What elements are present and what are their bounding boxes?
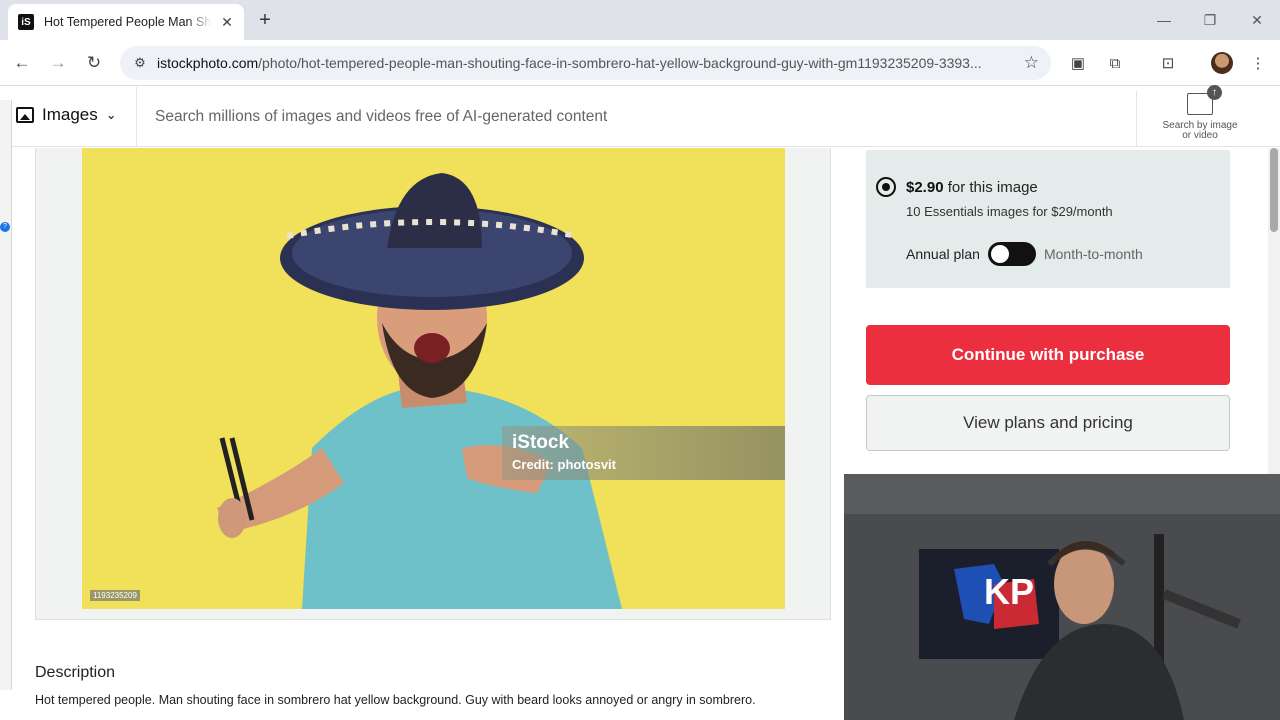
plan-toggle-row: Annual plan Month-to-month — [906, 242, 1143, 266]
restore-window-icon[interactable]: ❐ — [1198, 8, 1222, 32]
search-by-image-label-2: or video — [1182, 130, 1218, 141]
continue-with-purchase-button[interactable]: Continue with purchase — [866, 325, 1230, 385]
forward-arrow-icon[interactable]: → — [46, 51, 70, 75]
reload-icon[interactable]: ↻ — [82, 51, 106, 75]
pricing-option-card[interactable]: $2.90 for this image 10 Essentials image… — [866, 150, 1230, 288]
minimize-window-icon[interactable]: — — [1152, 8, 1176, 32]
search-by-image-icon — [1187, 85, 1222, 115]
tab-title: Hot Tempered People Man Shouting Face in… — [44, 15, 212, 29]
price-suffix: for this image — [947, 179, 1038, 196]
svg-text:KP: KP — [984, 571, 1034, 612]
profile-avatar[interactable] — [1211, 52, 1233, 74]
search-by-image-button[interactable]: Search by image or video — [1152, 85, 1248, 141]
price-option-radio[interactable] — [876, 177, 896, 197]
new-tab-icon[interactable]: + — [254, 9, 276, 31]
price-amount: $2.90 — [906, 179, 944, 196]
extension-icon[interactable]: ▣ — [1068, 53, 1088, 73]
address-bar[interactable]: ⚙ istockphoto.com/photo/hot-tempered-peo… — [120, 46, 1051, 80]
url-text[interactable]: istockphoto.com/photo/hot-tempered-peopl… — [157, 55, 1013, 71]
webcam-feed-illustration: KP — [844, 474, 1280, 720]
chevron-down-icon: ⌄ — [105, 107, 117, 122]
site-settings-icon[interactable]: ⚙ — [130, 53, 150, 73]
subscription-line: 10 Essentials images for $29/month — [906, 204, 1113, 219]
description-heading: Description — [35, 664, 116, 681]
page-scrollbar[interactable] — [1268, 148, 1280, 474]
istock-favicon-icon: iS — [18, 14, 34, 30]
stock-photo-illustration — [82, 148, 785, 609]
header-divider — [136, 87, 137, 147]
url-host: istockphoto.com — [157, 55, 259, 71]
plan-toggle-switch[interactable] — [987, 242, 1036, 266]
view-plans-and-pricing-button[interactable]: View plans and pricing — [866, 395, 1230, 451]
description-text: Hot tempered people. Man shouting face i… — [35, 693, 756, 707]
url-path: /photo/hot-tempered-people-man-shouting-… — [258, 55, 982, 71]
stock-photo[interactable]: iStock Credit: photosvit 1193235209 — [82, 148, 785, 609]
price-line: $2.90 for this image — [906, 179, 1038, 196]
month-to-month-label: Month-to-month — [1043, 246, 1143, 262]
images-dropdown[interactable]: Images ⌄ — [16, 105, 117, 125]
istock-watermark: iStock Credit: photosvit — [502, 426, 785, 480]
site-header: Images ⌄ Search by image or video — [0, 85, 1280, 147]
close-window-icon[interactable]: ✕ — [1245, 8, 1269, 32]
browser-tab-active[interactable]: iS Hot Tempered People Man Shouting Face… — [8, 4, 244, 40]
browser-toolbar: ← → ↻ ⚙ istockphoto.com/photo/hot-temper… — [0, 40, 1280, 86]
info-icon[interactable]: ? — [0, 222, 10, 232]
scrollbar-thumb[interactable] — [1270, 148, 1278, 232]
image-icon — [16, 107, 34, 123]
watermark-brand: iStock — [512, 432, 570, 453]
webcam-overlay: KP — [844, 474, 1280, 720]
left-side-panel-edge: ? — [0, 100, 12, 690]
watermark-credit: Credit: photosvit — [512, 457, 616, 472]
tab-search-icon[interactable]: ⊡ — [1158, 53, 1178, 73]
images-dropdown-label: Images — [42, 105, 98, 124]
bookmark-star-icon[interactable]: ☆ — [1024, 53, 1039, 73]
photo-id-label: 1193235209 — [90, 590, 140, 601]
back-arrow-icon[interactable]: ← — [10, 51, 34, 75]
close-tab-icon[interactable]: ✕ — [218, 13, 236, 31]
extensions-puzzle-icon[interactable]: ⧉ — [1105, 53, 1125, 73]
annual-plan-label: Annual plan — [906, 246, 980, 262]
search-input[interactable] — [155, 104, 1115, 130]
browser-tab-strip: iS Hot Tempered People Man Shouting Face… — [0, 0, 1280, 40]
browser-menu-icon[interactable]: ⋮ — [1248, 53, 1268, 73]
header-divider — [1136, 91, 1137, 147]
